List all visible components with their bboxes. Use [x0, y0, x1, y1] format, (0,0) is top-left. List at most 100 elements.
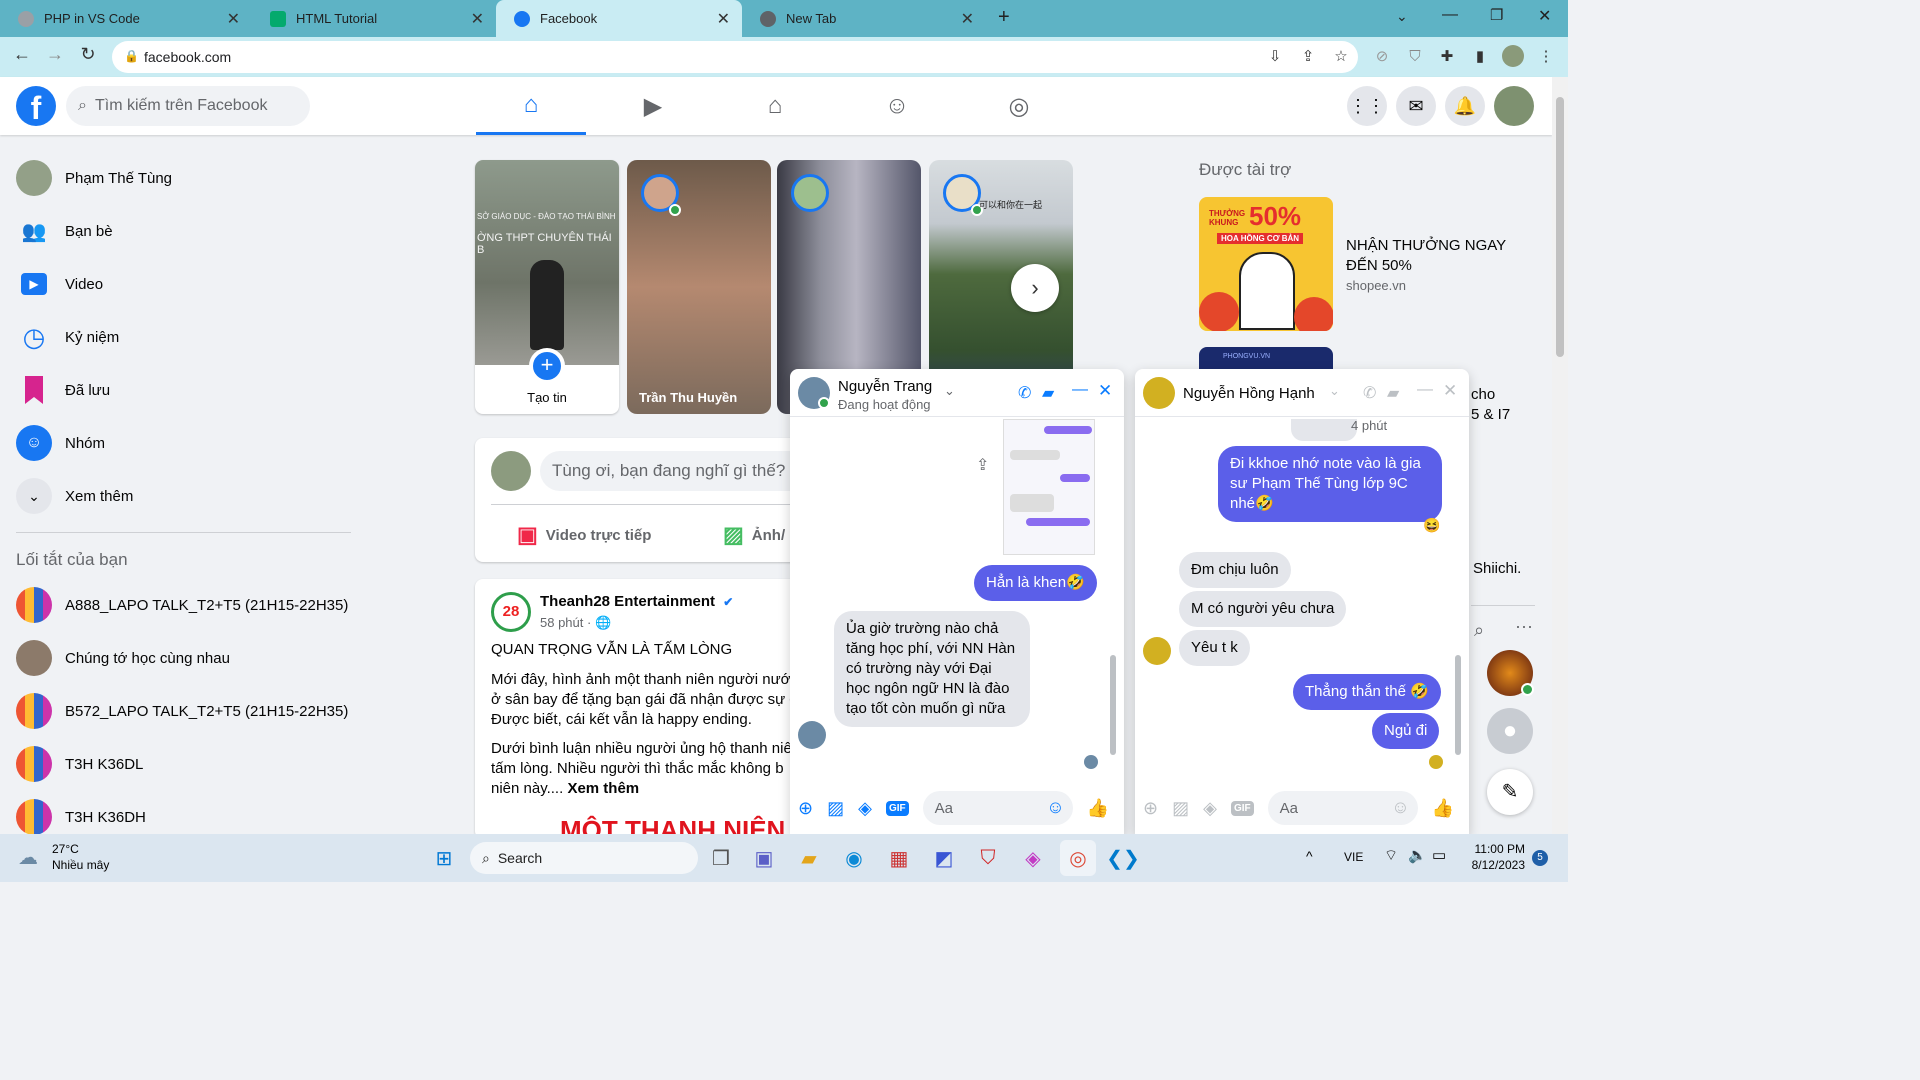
scrollbar-thumb[interactable]	[1110, 655, 1116, 755]
post-author-name[interactable]: Theanh28 Entertainment	[540, 593, 715, 610]
file-explorer-icon[interactable]: ▰	[791, 840, 827, 876]
weather-temp[interactable]: 27°C	[52, 842, 79, 856]
sidebar-item-profile[interactable]: Phạm Thế Tùng	[16, 152, 356, 204]
share-icon[interactable]: ⇪	[976, 455, 989, 475]
menu-button[interactable]: ⋮⋮	[1347, 86, 1387, 126]
store-icon[interactable]: ▦	[881, 840, 917, 876]
profile-avatar[interactable]	[1502, 45, 1524, 67]
teams-icon[interactable]: ▣	[746, 840, 782, 876]
chat-scrollbar[interactable]	[1108, 419, 1118, 769]
story-card[interactable]: Trần Thu Huyền	[627, 160, 771, 414]
sidebar-item-friends[interactable]: 👥 Bạn bè	[16, 205, 356, 257]
mcafee-icon[interactable]: ⛉	[970, 840, 1006, 876]
nav-marketplace[interactable]: ⌂	[720, 77, 830, 135]
sidebar-item-memories[interactable]: ◷ Kỷ niệm	[16, 311, 356, 363]
chat-header[interactable]: Nguyễn Hồng Hạnh ⌄ ✆ ▰ — ✕	[1135, 369, 1469, 417]
phone-icon[interactable]: ✆	[1018, 383, 1031, 403]
notification-badge[interactable]: 5	[1532, 850, 1548, 866]
sidebar-item-see-more[interactable]: ⌄ Xem thêm	[16, 470, 356, 522]
close-icon[interactable]: ✕	[471, 9, 484, 29]
gif-icon[interactable]: GIF	[885, 800, 909, 816]
cloud-icon[interactable]: ☁	[18, 845, 38, 870]
sidebar-item-groups[interactable]: ☺ Nhóm	[16, 417, 356, 469]
photo-video-button[interactable]: ▨ Ảnh/	[723, 522, 785, 548]
tab-new-tab[interactable]: New Tab ✕	[742, 0, 986, 37]
sidebar-item-saved[interactable]: Đã lưu	[16, 364, 356, 416]
chat-scrollbar[interactable]	[1453, 419, 1463, 769]
nav-gaming[interactable]: ◎	[964, 77, 1074, 135]
notifications-button[interactable]: 🔔	[1445, 86, 1485, 126]
chat-head-avatar[interactable]: ●	[1487, 708, 1533, 754]
windows-start-icon[interactable]: ⊞	[426, 840, 462, 876]
close-icon[interactable]: ✕	[961, 9, 974, 29]
chevron-down-icon[interactable]: ⌄	[1329, 383, 1340, 399]
message-bubble[interactable]: M có người yêu chưa	[1179, 591, 1347, 627]
edge-icon[interactable]: ◉	[836, 840, 872, 876]
ad-text[interactable]: NHẬN THƯỞNG NGAY ĐẾN 50%	[1346, 236, 1521, 276]
minimize-chat-icon[interactable]: —	[1072, 381, 1088, 399]
app-w-icon[interactable]: ◈	[1015, 840, 1051, 876]
thumbs-up-icon[interactable]: 👍	[1432, 798, 1454, 819]
message-bubble[interactable]: Đm chịu luôn	[1179, 552, 1291, 588]
shortcut-item[interactable]: A888_LAPO TALK_T2+T5 (21H15-22H35)	[16, 579, 356, 631]
page-avatar[interactable]: 28	[491, 592, 531, 632]
emoji-icon[interactable]: ☺	[1391, 797, 1409, 818]
post-time[interactable]: 58 phút · 🌐	[540, 615, 611, 631]
bookmark-star-icon[interactable]: ☆	[1331, 47, 1351, 67]
minimize-chat-icon[interactable]: —	[1417, 381, 1433, 399]
app-icon[interactable]: ◩	[926, 840, 962, 876]
message-bubble[interactable]: Yêu t k	[1179, 630, 1250, 666]
message-input[interactable]: Aa ☺	[1267, 791, 1418, 825]
window-close-button[interactable]: ✕	[1538, 6, 1551, 26]
video-call-icon[interactable]: ▰	[1042, 383, 1054, 403]
scrollbar-thumb[interactable]	[1556, 97, 1564, 357]
messenger-button[interactable]: ✉	[1396, 86, 1436, 126]
more-icon[interactable]: ⋮	[1536, 47, 1556, 67]
shortcut-item[interactable]: B572_LAPO TALK_T2+T5 (21H15-22H35)	[16, 685, 356, 737]
vscode-icon[interactable]: ❮❯	[1105, 840, 1141, 876]
battery-icon[interactable]: ▭	[1432, 846, 1446, 864]
extension-icon[interactable]: ⊘	[1372, 47, 1392, 67]
tab-facebook[interactable]: Facebook ✕	[496, 0, 742, 37]
plus-icon[interactable]: ⊕	[798, 798, 813, 819]
address-bar[interactable]: 🔒 facebook.com	[112, 41, 1358, 73]
sidebar-item-video[interactable]: ▶ Video	[16, 258, 356, 310]
clock-time[interactable]: 11:00 PM	[1473, 842, 1525, 856]
message-bubble[interactable]: Ngủ đi	[1372, 713, 1440, 749]
gif-icon[interactable]: GIF	[1230, 800, 1254, 816]
live-video-button[interactable]: ▣ Video trực tiếp	[517, 522, 651, 548]
message-bubble[interactable]: Hẳn là khen🤣	[974, 565, 1097, 601]
account-avatar[interactable]	[1494, 86, 1534, 126]
maximize-button[interactable]: ❐	[1490, 6, 1503, 24]
side-panel-icon[interactable]: ▮	[1470, 47, 1490, 67]
more-options-icon[interactable]: ···	[1515, 616, 1533, 637]
minimize-button[interactable]: —	[1442, 6, 1458, 24]
forward-button[interactable]: →	[43, 44, 67, 65]
close-chat-icon[interactable]: ✕	[1443, 381, 1457, 401]
message-input[interactable]: Aa ☺	[922, 791, 1073, 825]
chat-name[interactable]: Nguyễn Hồng Hạnh	[1183, 385, 1315, 402]
search-icon[interactable]: ⌕	[1474, 620, 1484, 641]
close-chat-icon[interactable]: ✕	[1098, 381, 1112, 401]
tab-search-icon[interactable]: ⌄	[1396, 8, 1408, 25]
see-more-link[interactable]: Xem thêm	[567, 780, 639, 797]
facebook-logo[interactable]: f	[16, 86, 56, 126]
image-icon[interactable]: ▨	[1172, 798, 1189, 819]
chevron-down-icon[interactable]: ⌄	[944, 383, 955, 399]
chevron-up-icon[interactable]: ^	[1306, 848, 1313, 864]
install-icon[interactable]: ⇩	[1265, 47, 1285, 67]
plus-icon[interactable]: ⊕	[1143, 798, 1158, 819]
shared-image[interactable]	[1003, 419, 1095, 555]
scrollbar-thumb[interactable]	[1455, 655, 1461, 755]
tab-html-tutorial[interactable]: HTML Tutorial ✕	[252, 0, 496, 37]
volume-icon[interactable]: 🔈	[1408, 846, 1427, 864]
ad-image[interactable]: THƯỞNG KHUNG 50% HOA HỒNG CƠ BẢN	[1199, 197, 1333, 331]
close-icon[interactable]: ✕	[227, 9, 240, 29]
new-tab-button[interactable]: +	[998, 6, 1010, 29]
shortcut-item[interactable]: T3H K36DL	[16, 738, 356, 790]
post-author[interactable]: Theanh28 Entertainment ✔	[540, 593, 733, 610]
back-button[interactable]: ←	[10, 44, 34, 65]
close-icon[interactable]: ✕	[717, 9, 730, 29]
message-bubble[interactable]: Ủa giờ trường nào chả tăng học phí, với …	[834, 611, 1030, 727]
taskbar-search[interactable]: ⌕ Search	[470, 842, 698, 874]
